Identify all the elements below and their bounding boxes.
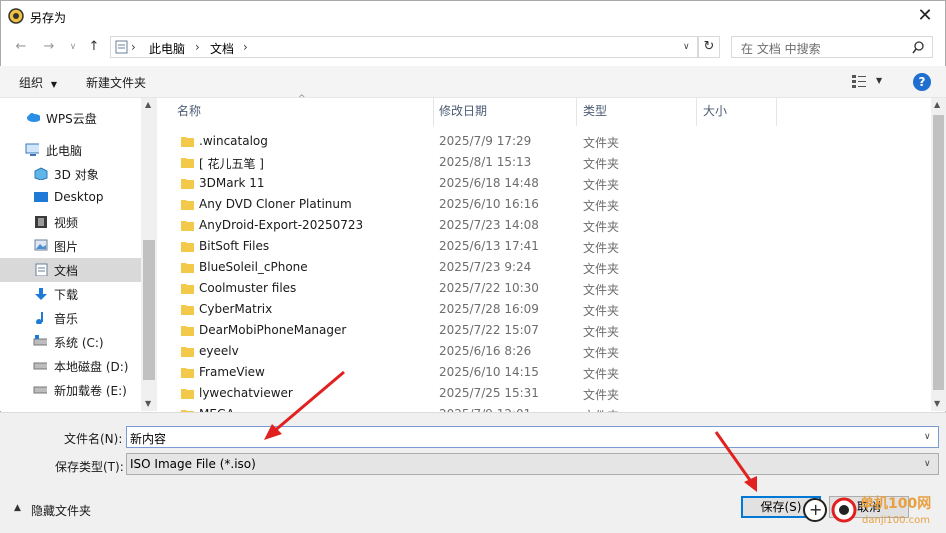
watermark-text: 单机100网 xyxy=(860,496,932,512)
annotation-arrows xyxy=(264,370,757,492)
watermark-url: danji100.com xyxy=(862,515,930,526)
svg-text:+: + xyxy=(809,500,822,519)
watermark-logo-icon: + xyxy=(803,497,857,523)
